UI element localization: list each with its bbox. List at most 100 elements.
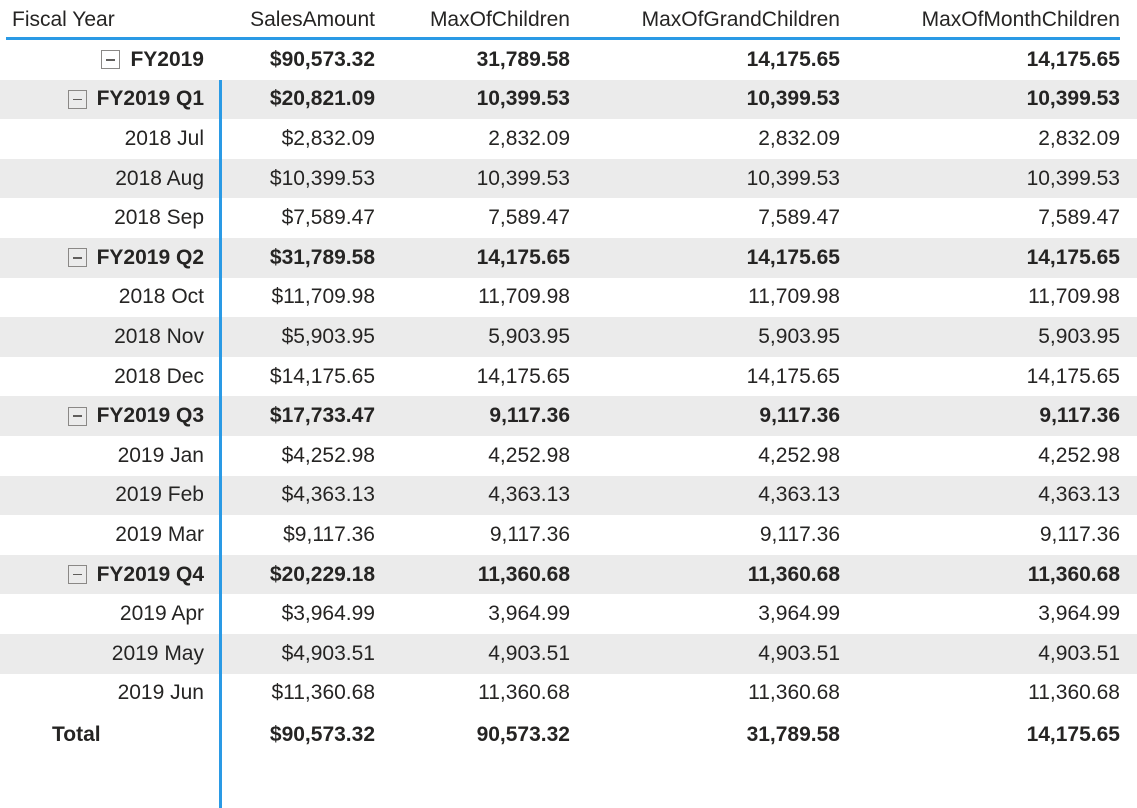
matrix-row[interactable]: 2018 Aug$10,399.5310,399.5310,399.5310,3… [0, 159, 1137, 199]
matrix-visual: Fiscal Year SalesAmount MaxOfChildren Ma… [0, 0, 1137, 771]
matrix-header-row: Fiscal Year SalesAmount MaxOfChildren Ma… [0, 0, 1137, 40]
cell-maxofchildren: 7,589.47 [392, 205, 587, 231]
matrix-row[interactable]: 2018 Nov$5,903.955,903.955,903.955,903.9… [0, 317, 1137, 357]
cell-salesamount: $14,175.65 [212, 364, 392, 390]
cell-maxofchildren: 14,175.65 [392, 245, 587, 271]
row-header-label: 2019 Jun [118, 680, 204, 706]
column-divider [219, 80, 222, 770]
matrix-row[interactable]: 2019 Mar$9,117.369,117.369,117.369,117.3… [0, 515, 1137, 555]
cell-maxofmonthchildren: 9,117.36 [857, 403, 1137, 429]
cell-salesamount: $3,964.99 [212, 601, 392, 627]
cell-maxofchildren: 31,789.58 [392, 47, 587, 73]
cell-maxofmonthchildren: 3,964.99 [857, 601, 1137, 627]
row-header-cell: FY2019 Q4 [0, 562, 212, 588]
row-header-label: 2019 May [112, 641, 204, 667]
cell-maxofgrandchildren: 11,709.98 [587, 284, 857, 310]
minus-glyph [73, 574, 82, 576]
cell-maxofgrandchildren: 3,964.99 [587, 601, 857, 627]
cell-maxofchildren: 9,117.36 [392, 522, 587, 548]
cell-maxofchildren: 4,363.13 [392, 482, 587, 508]
cell-maxofmonthchildren: 5,903.95 [857, 324, 1137, 350]
total-cell-maxofmonthchildren: 14,175.65 [857, 722, 1137, 748]
cell-salesamount: $20,821.09 [212, 86, 392, 112]
minus-square-icon[interactable] [68, 248, 87, 267]
cell-maxofchildren: 3,964.99 [392, 601, 587, 627]
minus-square-icon[interactable] [68, 90, 87, 109]
row-header-cell: 2018 Nov [0, 324, 212, 350]
row-header-cell: 2018 Oct [0, 284, 212, 310]
matrix-row[interactable]: FY2019$90,573.3231,789.5814,175.6514,175… [0, 40, 1137, 80]
row-header-label: 2018 Aug [115, 166, 204, 192]
matrix-row[interactable]: 2019 Jan$4,252.984,252.984,252.984,252.9… [0, 436, 1137, 476]
cell-maxofmonthchildren: 14,175.65 [857, 47, 1137, 73]
matrix-total-row[interactable]: Total $90,573.32 90,573.32 31,789.58 14,… [0, 713, 1137, 757]
row-header-cell: FY2019 Q1 [0, 86, 212, 112]
matrix-row[interactable]: 2019 May$4,903.514,903.514,903.514,903.5… [0, 634, 1137, 674]
cell-maxofmonthchildren: 11,360.68 [857, 562, 1137, 588]
row-header-cell: 2018 Aug [0, 166, 212, 192]
row-header-label: FY2019 Q1 [97, 86, 204, 112]
cell-maxofmonthchildren: 11,360.68 [857, 680, 1137, 706]
row-header-label: 2019 Mar [115, 522, 204, 548]
cell-maxofchildren: 11,360.68 [392, 562, 587, 588]
matrix-row[interactable]: FY2019 Q1$20,821.0910,399.5310,399.5310,… [0, 80, 1137, 120]
matrix-row[interactable]: 2019 Apr$3,964.993,964.993,964.993,964.9… [0, 594, 1137, 634]
cell-maxofgrandchildren: 10,399.53 [587, 86, 857, 112]
cell-salesamount: $4,252.98 [212, 443, 392, 469]
row-header-cell: 2019 Apr [0, 601, 212, 627]
column-header-maxofgrandchildren[interactable]: MaxOfGrandChildren [587, 7, 857, 40]
cell-maxofmonthchildren: 10,399.53 [857, 166, 1137, 192]
minus-square-icon[interactable] [68, 407, 87, 426]
row-header-label: FY2019 Q2 [97, 245, 204, 271]
row-header-label: 2018 Sep [114, 205, 204, 231]
matrix-row[interactable]: FY2019 Q3$17,733.479,117.369,117.369,117… [0, 396, 1137, 436]
matrix-row[interactable]: 2018 Dec$14,175.6514,175.6514,175.6514,1… [0, 357, 1137, 397]
cell-maxofchildren: 14,175.65 [392, 364, 587, 390]
minus-glyph [73, 99, 82, 101]
row-header-cell: 2019 Feb [0, 482, 212, 508]
row-header-label: 2019 Feb [115, 482, 204, 508]
cell-maxofmonthchildren: 4,903.51 [857, 641, 1137, 667]
cell-salesamount: $7,589.47 [212, 205, 392, 231]
cell-maxofgrandchildren: 4,252.98 [587, 443, 857, 469]
row-header-label: 2018 Oct [119, 284, 204, 310]
row-header-label: FY2019 Q4 [97, 562, 204, 588]
cell-maxofgrandchildren: 9,117.36 [587, 403, 857, 429]
column-header-maxofmonthchildren[interactable]: MaxOfMonthChildren [857, 7, 1137, 40]
matrix-row[interactable]: 2018 Jul$2,832.092,832.092,832.092,832.0… [0, 119, 1137, 159]
cell-maxofmonthchildren: 11,709.98 [857, 284, 1137, 310]
matrix-row[interactable]: FY2019 Q2$31,789.5814,175.6514,175.6514,… [0, 238, 1137, 278]
total-row-label: Total [52, 722, 101, 748]
minus-glyph [73, 257, 82, 259]
matrix-row[interactable]: 2019 Feb$4,363.134,363.134,363.134,363.1… [0, 476, 1137, 516]
cell-maxofgrandchildren: 14,175.65 [587, 364, 857, 390]
cell-maxofgrandchildren: 11,360.68 [587, 680, 857, 706]
total-cell-salesamount: $90,573.32 [212, 722, 392, 748]
row-header-cell: 2019 Mar [0, 522, 212, 548]
cell-maxofchildren: 11,360.68 [392, 680, 587, 706]
row-header-cell: 2018 Jul [0, 126, 212, 152]
cell-maxofmonthchildren: 2,832.09 [857, 126, 1137, 152]
cell-salesamount: $9,117.36 [212, 522, 392, 548]
row-header-label: 2019 Apr [120, 601, 204, 627]
cell-maxofgrandchildren: 11,360.68 [587, 562, 857, 588]
matrix-row[interactable]: 2018 Sep$7,589.477,589.477,589.477,589.4… [0, 198, 1137, 238]
column-header-maxofchildren[interactable]: MaxOfChildren [392, 7, 587, 40]
column-header-salesamount[interactable]: SalesAmount [212, 7, 392, 40]
cell-salesamount: $20,229.18 [212, 562, 392, 588]
minus-square-icon[interactable] [68, 565, 87, 584]
cell-maxofmonthchildren: 9,117.36 [857, 522, 1137, 548]
matrix-row[interactable]: 2019 Jun$11,360.6811,360.6811,360.6811,3… [0, 674, 1137, 714]
cell-maxofchildren: 5,903.95 [392, 324, 587, 350]
matrix-row[interactable]: FY2019 Q4$20,229.1811,360.6811,360.6811,… [0, 555, 1137, 595]
row-header-label: 2018 Dec [114, 364, 204, 390]
cell-salesamount: $11,360.68 [212, 680, 392, 706]
row-header-cell: 2018 Sep [0, 205, 212, 231]
cell-salesamount: $31,789.58 [212, 245, 392, 271]
cell-maxofgrandchildren: 10,399.53 [587, 166, 857, 192]
minus-square-icon[interactable] [101, 50, 120, 69]
cell-salesamount: $4,903.51 [212, 641, 392, 667]
matrix-row[interactable]: 2018 Oct$11,709.9811,709.9811,709.9811,7… [0, 278, 1137, 318]
column-header-fiscal-year[interactable]: Fiscal Year [0, 7, 212, 40]
row-header-label: 2019 Jan [118, 443, 204, 469]
